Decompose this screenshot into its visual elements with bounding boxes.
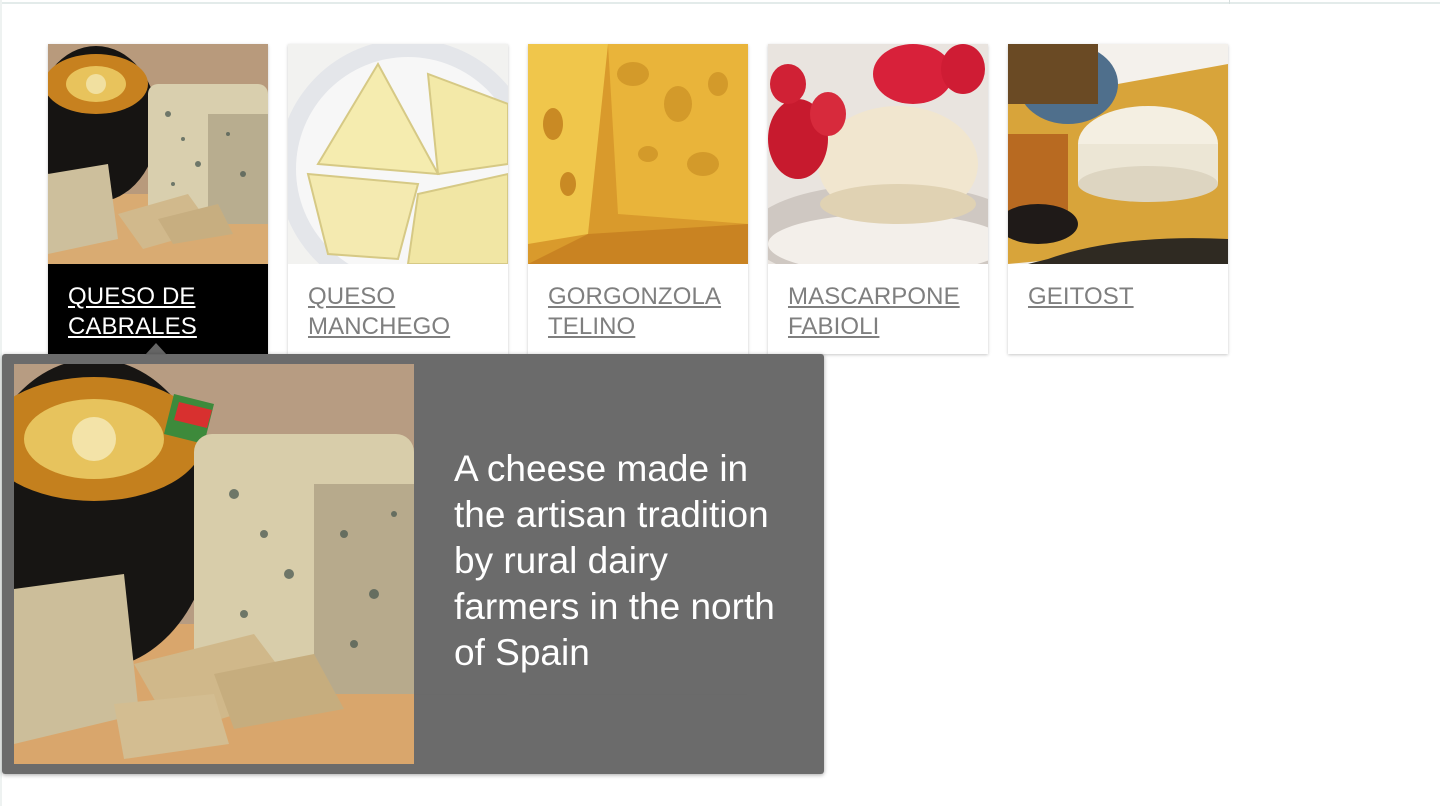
top-divider-tick — [1229, 0, 1230, 4]
cheese-image-gorgonzola[interactable] — [528, 44, 748, 264]
cheese-tile-queso-manchego[interactable]: QUESO MANCHEGO — [288, 44, 508, 354]
cheese-link-queso-de-cabrales[interactable]: QUESO DE CABRALES — [68, 283, 197, 340]
cheese-link-geitost[interactable]: GEITOST — [1028, 283, 1134, 310]
cheese-image-manchego[interactable] — [288, 44, 508, 264]
cheese-image-mascarpone[interactable] — [768, 44, 988, 264]
popover-description: A cheese made in the artisan tradition b… — [454, 448, 775, 673]
tile-caption: GORGONZOLA TELINO — [528, 264, 748, 354]
cheese-tile-gorgonzola-telino[interactable]: GORGONZOLA TELINO — [528, 44, 748, 354]
tile-caption: QUESO DE CABRALES — [48, 264, 268, 354]
cheese-tile-mascarpone-fabioli[interactable]: MASCARPONE FABIOLI — [768, 44, 988, 354]
top-divider — [0, 0, 1440, 4]
cheese-link-queso-manchego[interactable]: QUESO MANCHEGO — [308, 283, 450, 340]
tile-caption: QUESO MANCHEGO — [288, 264, 508, 354]
cheese-image-cabrales[interactable] — [48, 44, 268, 264]
popover-cheese-image — [14, 364, 414, 764]
cheese-detail-popover: A cheese made in the artisan tradition b… — [2, 354, 824, 774]
cheese-link-gorgonzola-telino[interactable]: GORGONZOLA TELINO — [548, 283, 721, 340]
cheese-image-geitost[interactable] — [1008, 44, 1228, 264]
cheese-tile-geitost[interactable]: GEITOST — [1008, 44, 1228, 354]
cheese-tile-queso-de-cabrales[interactable]: QUESO DE CABRALES — [48, 44, 268, 374]
tile-caption: GEITOST — [1008, 264, 1228, 354]
tile-caption: MASCARPONE FABIOLI — [768, 264, 988, 354]
cheese-link-mascarpone-fabioli[interactable]: MASCARPONE FABIOLI — [788, 283, 960, 340]
